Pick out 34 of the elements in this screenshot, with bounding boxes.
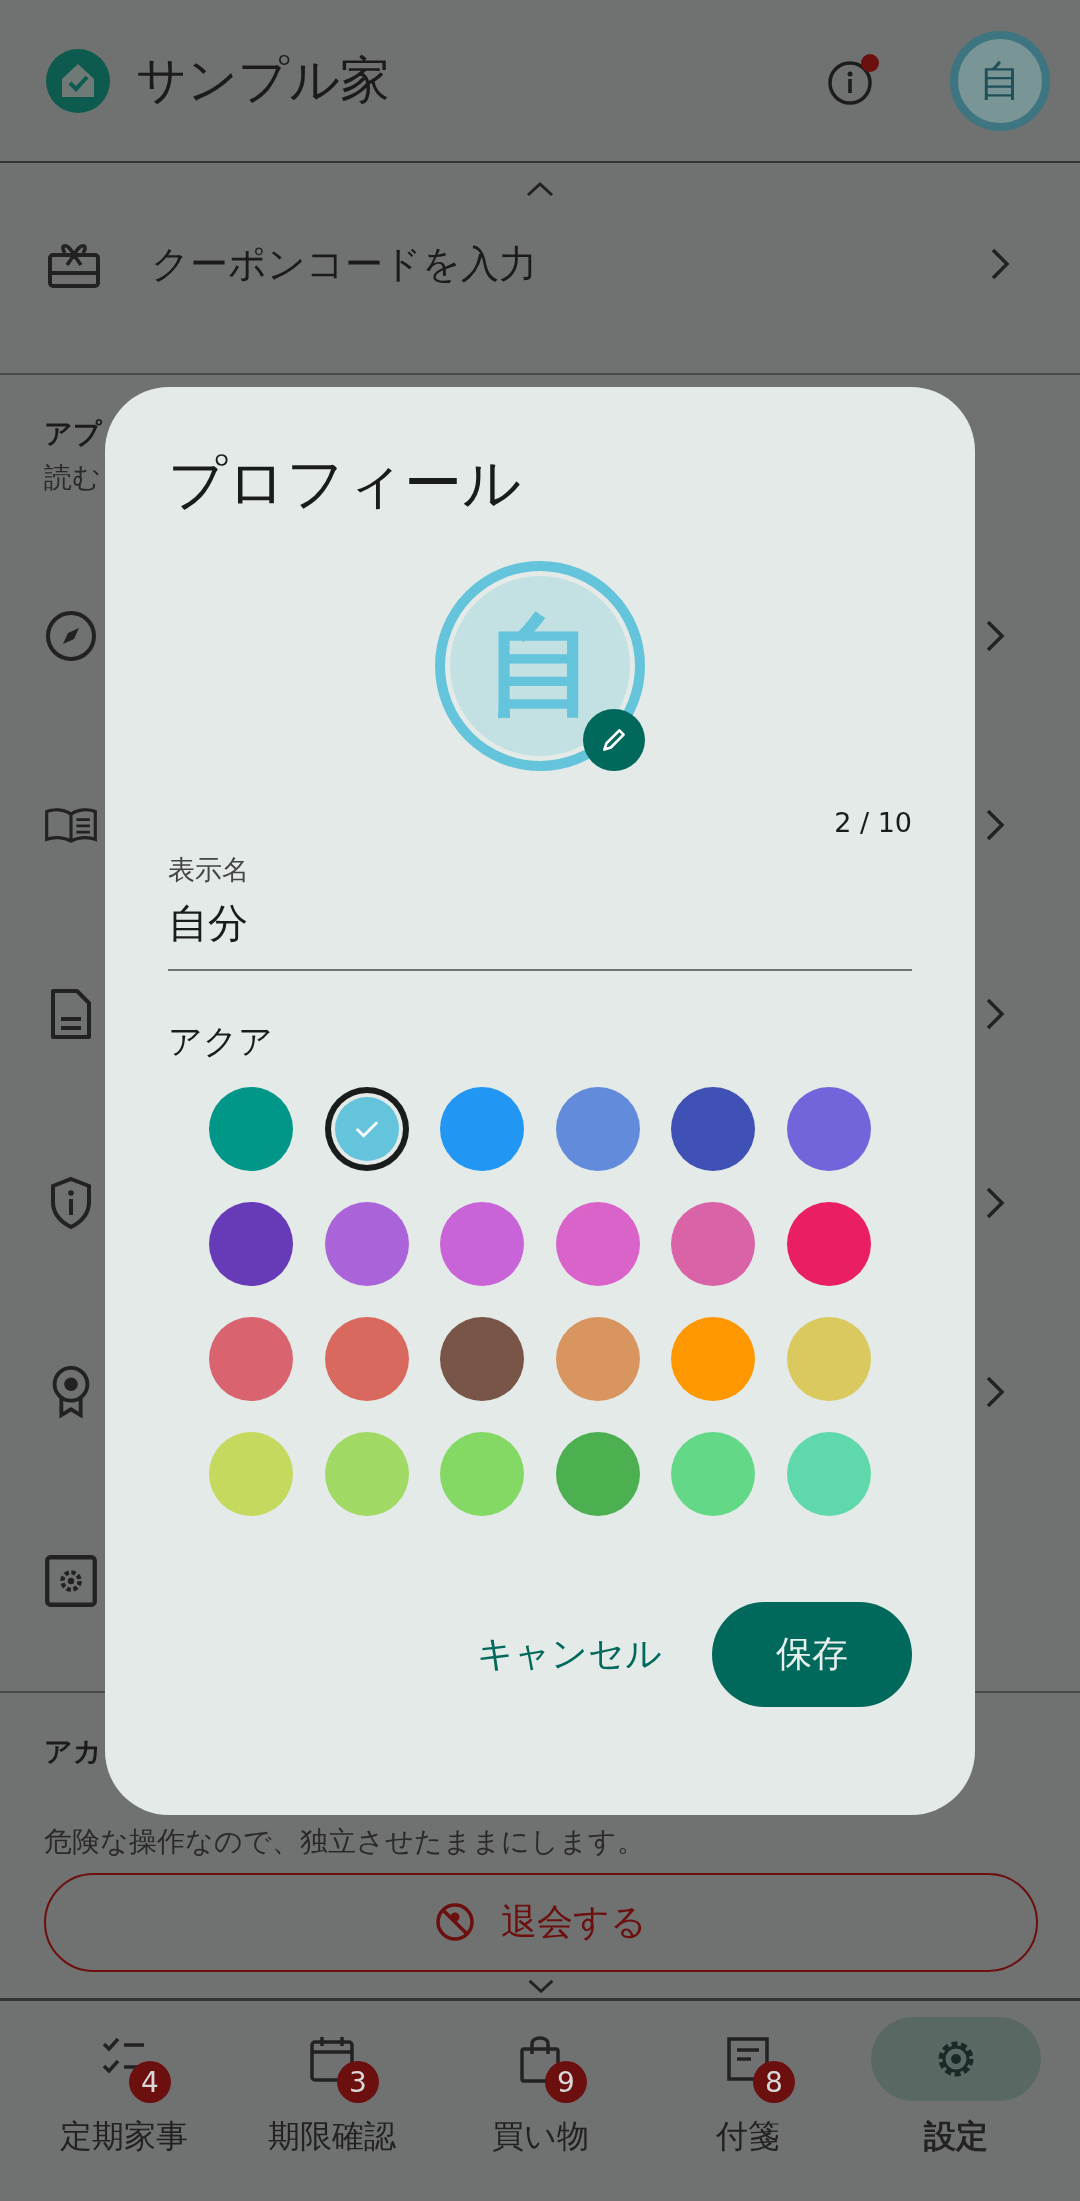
count-badge: 3 [337, 2061, 379, 2103]
nav-tab[interactable]: 9 買い物 [450, 2001, 630, 2201]
nav-tab[interactable]: 3 期限確認 [242, 2001, 422, 2201]
no-person-icon [435, 1902, 475, 1943]
dialog-title: プロフィール [168, 448, 522, 519]
nav-tab[interactable]: 8 付箋 [658, 2001, 838, 2201]
expand-icon[interactable] [526, 1977, 556, 1993]
chevron-right-icon[interactable] [985, 1374, 1005, 1409]
section-title: アプ [44, 416, 102, 452]
chevron-right-icon[interactable] [985, 996, 1005, 1031]
household-title: サンプル家 [136, 50, 390, 111]
chevron-right-icon[interactable] [985, 1185, 1005, 1220]
house-check-logo-icon [46, 48, 110, 113]
save-button[interactable]: 保存 [712, 1602, 912, 1707]
count-badge: 9 [545, 2061, 587, 2103]
character-counter: 2 / 10 [834, 807, 912, 838]
count-badge: 4 [129, 2061, 171, 2103]
color-name: アクア [168, 1020, 274, 1063]
chevron-right-icon[interactable] [985, 807, 1005, 842]
collapse-icon[interactable] [525, 181, 555, 197]
compass-icon [44, 608, 98, 663]
settings-box-icon [44, 1553, 98, 1608]
section-subtitle: 読む [44, 460, 101, 496]
coupon-code-label[interactable]: クーポンコードを入力 [151, 238, 537, 290]
count-badge: 8 [753, 2061, 795, 2103]
section-subtitle: 危険な操作なので、独立させたままにします。 [44, 1824, 645, 1860]
display-name-field[interactable]: 表示名 自分 [168, 852, 912, 971]
profile-avatar: 自 [435, 561, 645, 771]
nav-tab[interactable]: 4 定期家事 [34, 2001, 214, 2201]
chevron-right-icon[interactable] [990, 247, 1010, 281]
cancel-button[interactable]: キャンセル [467, 1620, 672, 1689]
chevron-right-icon[interactable] [985, 618, 1005, 653]
section-title: アカ [44, 1734, 102, 1770]
nav-tab[interactable]: 設定 [866, 2001, 1046, 2201]
